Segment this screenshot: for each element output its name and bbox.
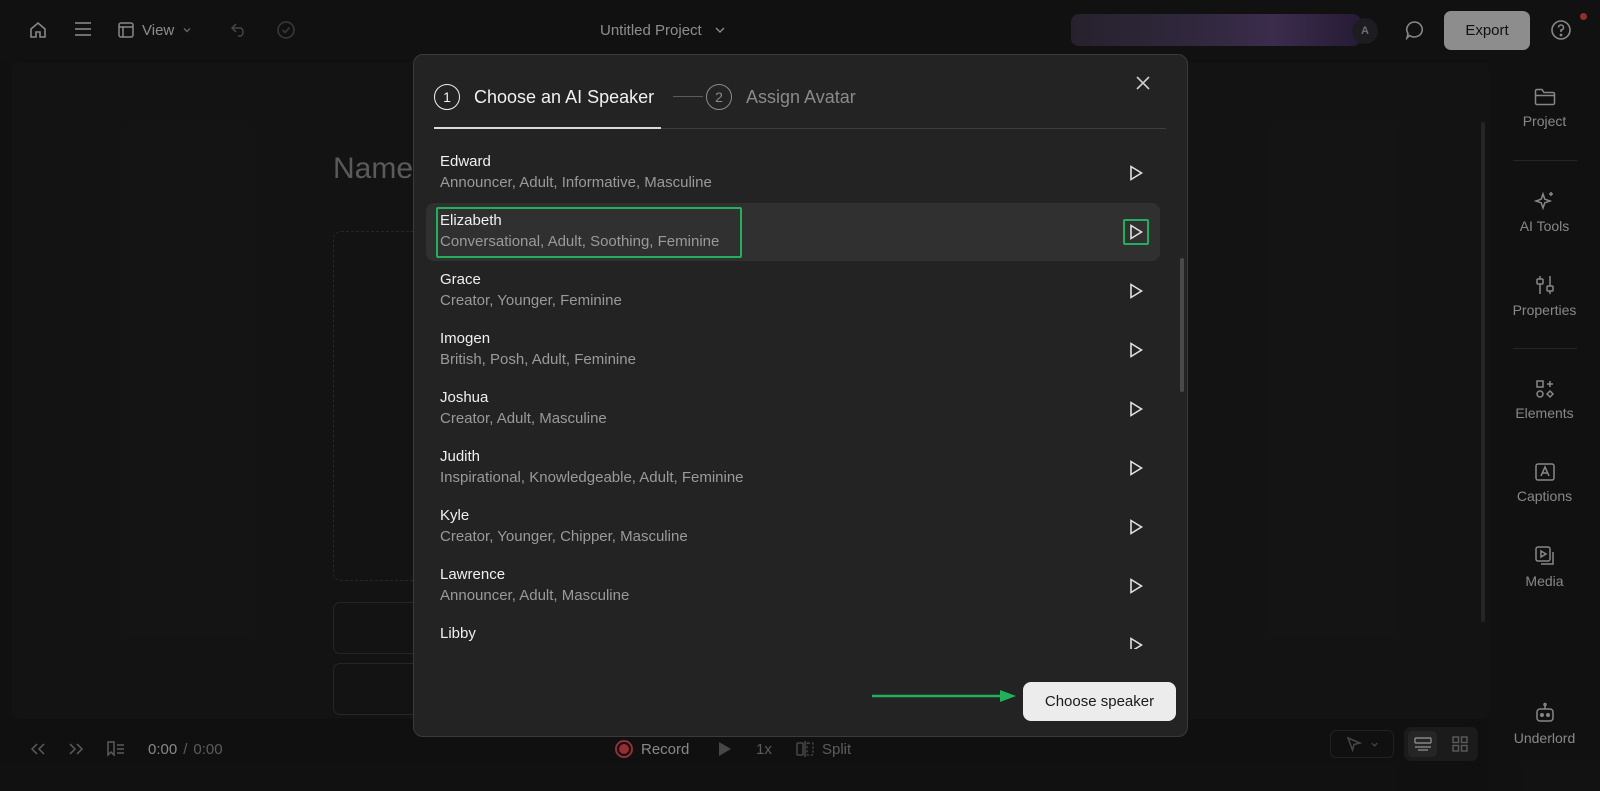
speaker-row-imogen[interactable]: Imogen British, Posh, Adult, Feminine	[426, 321, 1160, 379]
play-preview-icon[interactable]	[1123, 455, 1149, 481]
choose-speaker-button[interactable]: Choose speaker	[1023, 682, 1176, 721]
speaker-list[interactable]: Edward Announcer, Adult, Informative, Ma…	[426, 139, 1166, 649]
speaker-tags: Creator, Younger, Chipper, Masculine	[440, 528, 688, 545]
speaker-row-edward[interactable]: Edward Announcer, Adult, Informative, Ma…	[426, 144, 1160, 202]
close-icon[interactable]	[1131, 71, 1155, 95]
play-preview-icon[interactable]	[1123, 573, 1149, 599]
annotation-arrow	[872, 690, 1016, 702]
step-assign-avatar[interactable]: 2 Assign Avatar	[706, 83, 856, 111]
speaker-name: Libby	[440, 625, 476, 642]
step-choose-speaker[interactable]: 1 Choose an AI Speaker	[434, 83, 654, 111]
play-preview-icon[interactable]	[1123, 396, 1149, 422]
speaker-name: Imogen	[440, 330, 491, 347]
speaker-row-joshua[interactable]: Joshua Creator, Adult, Masculine	[426, 380, 1160, 438]
speaker-tags: Conversational, Adult, Soothing, Feminin…	[440, 233, 720, 250]
play-preview-icon[interactable]	[1123, 632, 1149, 649]
speaker-tags: Creator, Younger, Feminine	[440, 292, 622, 309]
step-number: 1	[434, 84, 460, 110]
speaker-name: Elizabeth	[440, 212, 502, 229]
step-label: Choose an AI Speaker	[474, 86, 655, 107]
speaker-list-scrollbar[interactable]	[1180, 258, 1184, 392]
speaker-name: Kyle	[440, 507, 470, 524]
play-preview-icon[interactable]	[1123, 219, 1149, 245]
speaker-row-grace[interactable]: Grace Creator, Younger, Feminine	[426, 262, 1160, 320]
step-label: Assign Avatar	[746, 86, 856, 107]
play-preview-icon[interactable]	[1123, 337, 1149, 363]
speaker-name: Lawrence	[440, 566, 506, 583]
speaker-name: Edward	[440, 153, 491, 170]
speaker-row-libby[interactable]: Libby	[426, 616, 1160, 649]
play-preview-icon[interactable]	[1123, 278, 1149, 304]
active-tab-indicator	[434, 127, 661, 129]
speaker-row-kyle[interactable]: Kyle Creator, Younger, Chipper, Masculin…	[426, 498, 1160, 556]
speaker-row-elizabeth[interactable]: Elizabeth Conversational, Adult, Soothin…	[426, 203, 1160, 261]
speaker-name: Judith	[440, 448, 481, 465]
speaker-tags: Announcer, Adult, Masculine	[440, 587, 630, 604]
speaker-tags: Inspirational, Knowledgeable, Adult, Fem…	[440, 469, 744, 486]
step-connector	[673, 96, 703, 97]
play-preview-icon[interactable]	[1123, 160, 1149, 186]
step-number: 2	[706, 84, 732, 110]
speaker-tags: British, Posh, Adult, Feminine	[440, 351, 636, 368]
speaker-name: Joshua	[440, 389, 489, 406]
choose-speaker-dialog: 1 Choose an AI Speaker 2 Assign Avatar E…	[413, 54, 1188, 737]
speaker-tags: Announcer, Adult, Informative, Masculine	[440, 174, 712, 191]
play-preview-icon[interactable]	[1123, 514, 1149, 540]
speaker-name: Grace	[440, 271, 481, 288]
speaker-tags: Creator, Adult, Masculine	[440, 410, 607, 427]
speaker-row-lawrence[interactable]: Lawrence Announcer, Adult, Masculine	[426, 557, 1160, 615]
speaker-row-judith[interactable]: Judith Inspirational, Knowledgeable, Adu…	[426, 439, 1160, 497]
